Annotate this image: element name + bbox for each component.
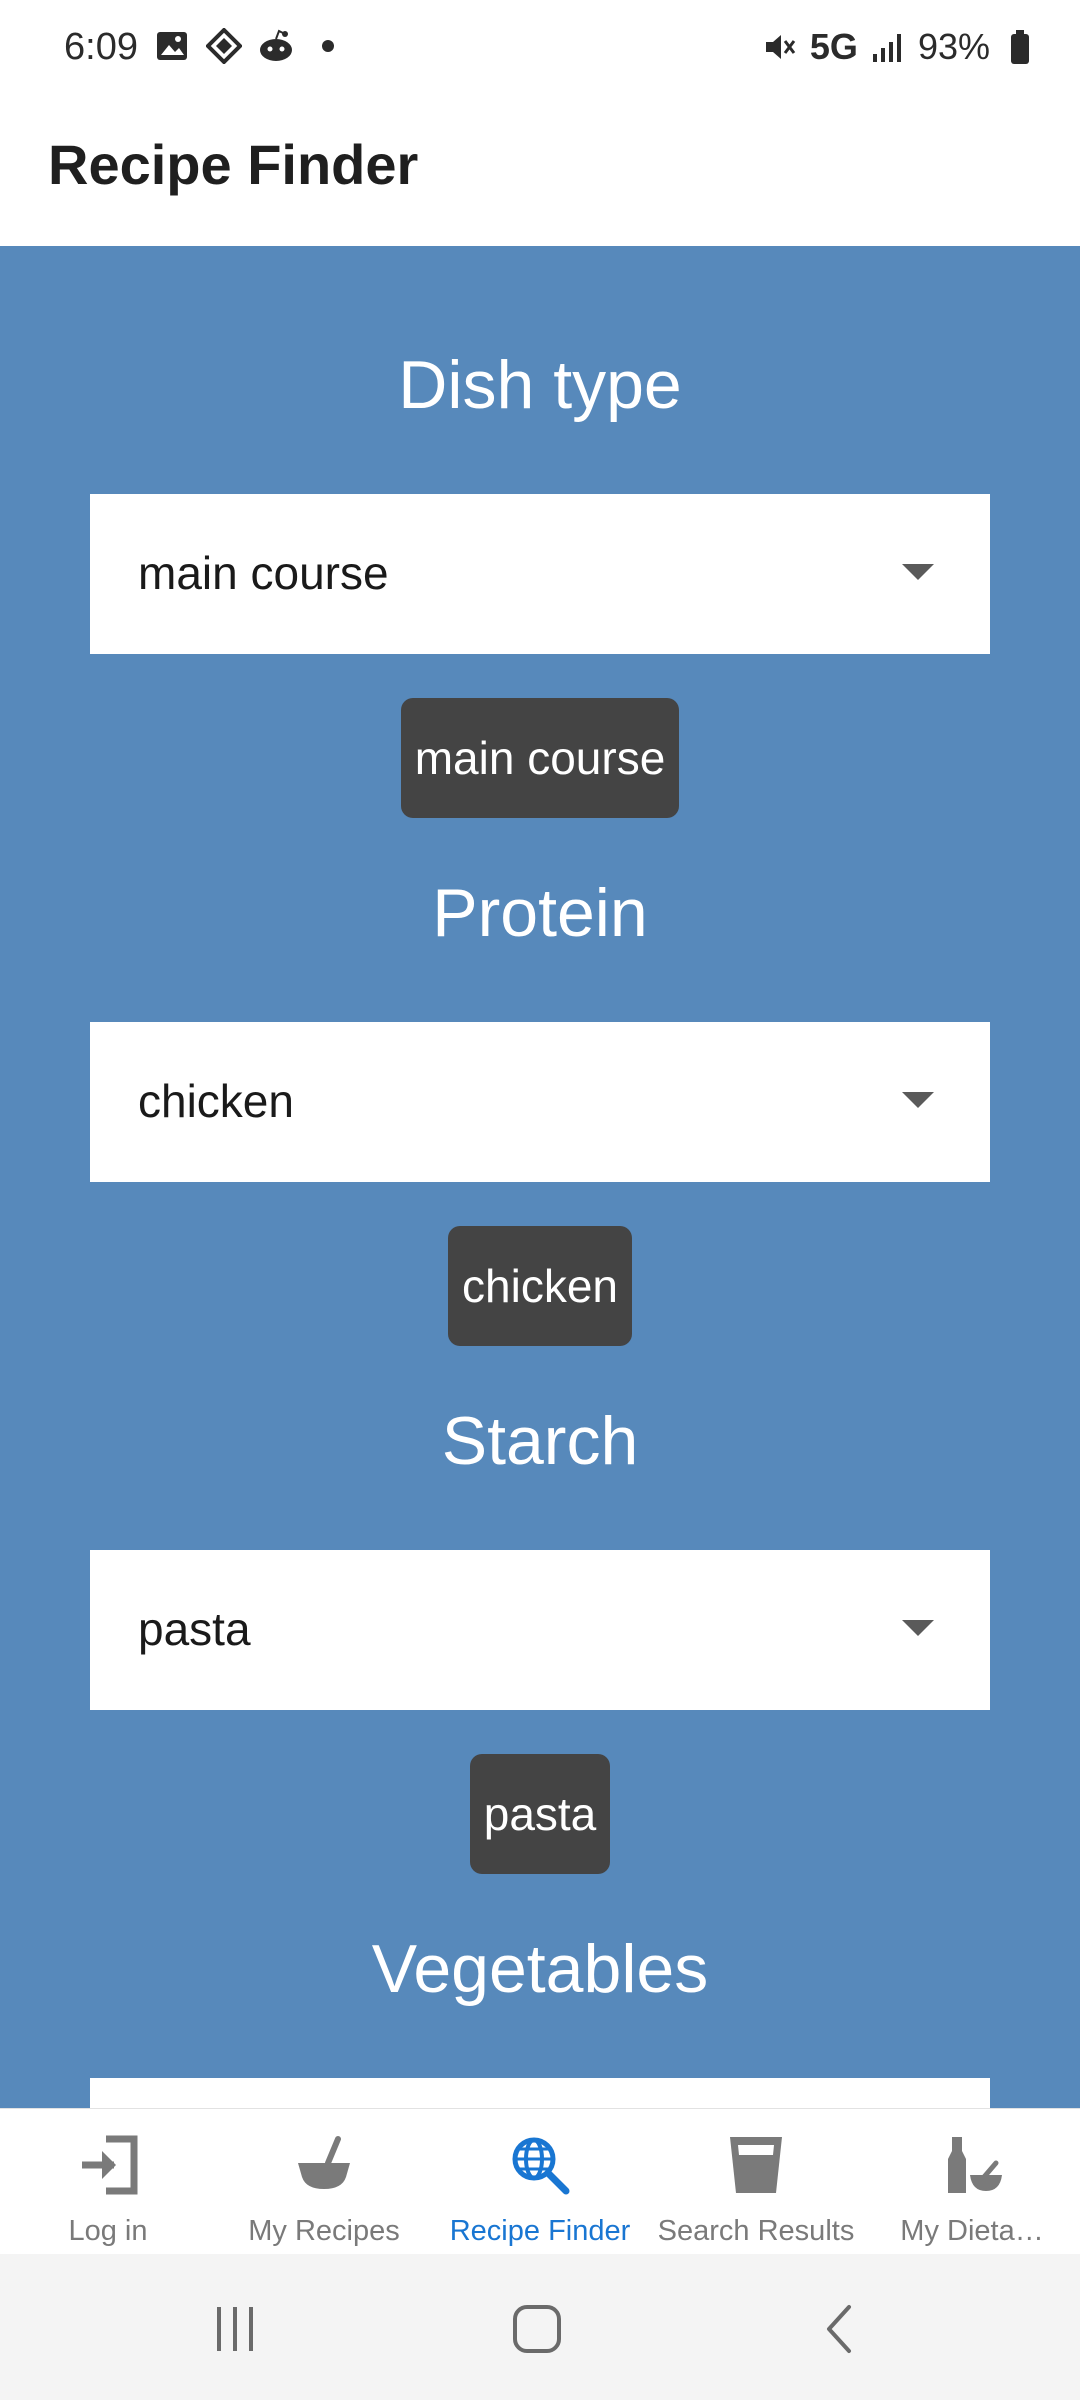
vegetables-select[interactable] — [90, 2078, 990, 2108]
dish-type-selected-value: main course — [138, 547, 389, 599]
diamond-icon — [204, 26, 244, 66]
bottle-bowl-icon — [936, 2129, 1008, 2201]
vegetables-heading: Vegetables — [371, 1931, 709, 2007]
protein-chip[interactable]: chicken — [448, 1226, 632, 1346]
network-type: 5G — [809, 26, 858, 67]
login-icon — [72, 2129, 144, 2201]
protein-heading: Protein — [432, 875, 648, 951]
status-time: 6:09 — [64, 26, 138, 68]
nav-label-recipe-finder: Recipe Finder — [449, 2215, 631, 2247]
dish-type-select[interactable]: main course — [90, 494, 990, 654]
dot-icon — [308, 26, 348, 66]
battery-icon — [1000, 27, 1040, 67]
app-bar: Recipe Finder — [0, 98, 1080, 246]
battery-percent: 93% — [917, 26, 990, 67]
chevron-down-icon — [902, 1620, 934, 1636]
starch-chip[interactable]: pasta — [469, 1754, 611, 1874]
nav-label-log-in: Log in — [68, 2215, 148, 2247]
recipe-filter-form[interactable]: Dish type main course main course Protei… — [0, 246, 1080, 2108]
dish-type-chip[interactable]: main course — [400, 698, 680, 818]
nav-item-recipe-finder[interactable]: Recipe Finder — [432, 2109, 648, 2254]
signal-icon — [868, 27, 908, 67]
nav-item-my-dietary[interactable]: My Dieta… — [864, 2109, 1080, 2254]
home-button[interactable] — [502, 2294, 572, 2364]
home-icon — [513, 2305, 561, 2353]
nav-item-my-recipes[interactable]: My Recipes — [216, 2109, 432, 2254]
bottom-navigation: Log in My Recipes Recipe Finder Search R… — [0, 2108, 1080, 2254]
mortar-pestle-icon — [288, 2129, 360, 2201]
status-bar: 6:09 5G 93% — [0, 0, 1080, 98]
chevron-down-icon — [902, 564, 934, 580]
system-navigation-bar — [0, 2254, 1080, 2400]
nav-label-my-dietary: My Dieta… — [900, 2215, 1044, 2247]
nav-item-search-results[interactable]: Search Results — [648, 2109, 864, 2254]
system-status: 5G 93% — [760, 26, 1040, 68]
starch-heading: Starch — [441, 1403, 639, 1479]
nav-label-my-recipes: My Recipes — [248, 2215, 400, 2247]
image-icon — [152, 26, 192, 66]
cup-icon — [720, 2129, 792, 2201]
chevron-down-icon — [902, 1092, 934, 1108]
globe-search-icon — [504, 2129, 576, 2201]
protein-select[interactable]: chicken — [90, 1022, 990, 1182]
reddit-icon — [256, 26, 296, 66]
protein-selected-value: chicken — [138, 1075, 294, 1127]
nav-item-log-in[interactable]: Log in — [0, 2109, 216, 2254]
page-title: Recipe Finder — [48, 133, 419, 196]
notification-icons — [152, 26, 348, 66]
recent-apps-button[interactable] — [200, 2294, 270, 2364]
nav-label-search-results: Search Results — [657, 2215, 855, 2247]
dish-type-heading: Dish type — [398, 347, 682, 423]
back-icon — [827, 2305, 851, 2353]
starch-select[interactable]: pasta — [90, 1550, 990, 1710]
mute-icon — [760, 27, 800, 67]
recents-icon — [217, 2307, 253, 2351]
starch-selected-value: pasta — [138, 1603, 251, 1655]
back-button[interactable] — [806, 2294, 876, 2364]
